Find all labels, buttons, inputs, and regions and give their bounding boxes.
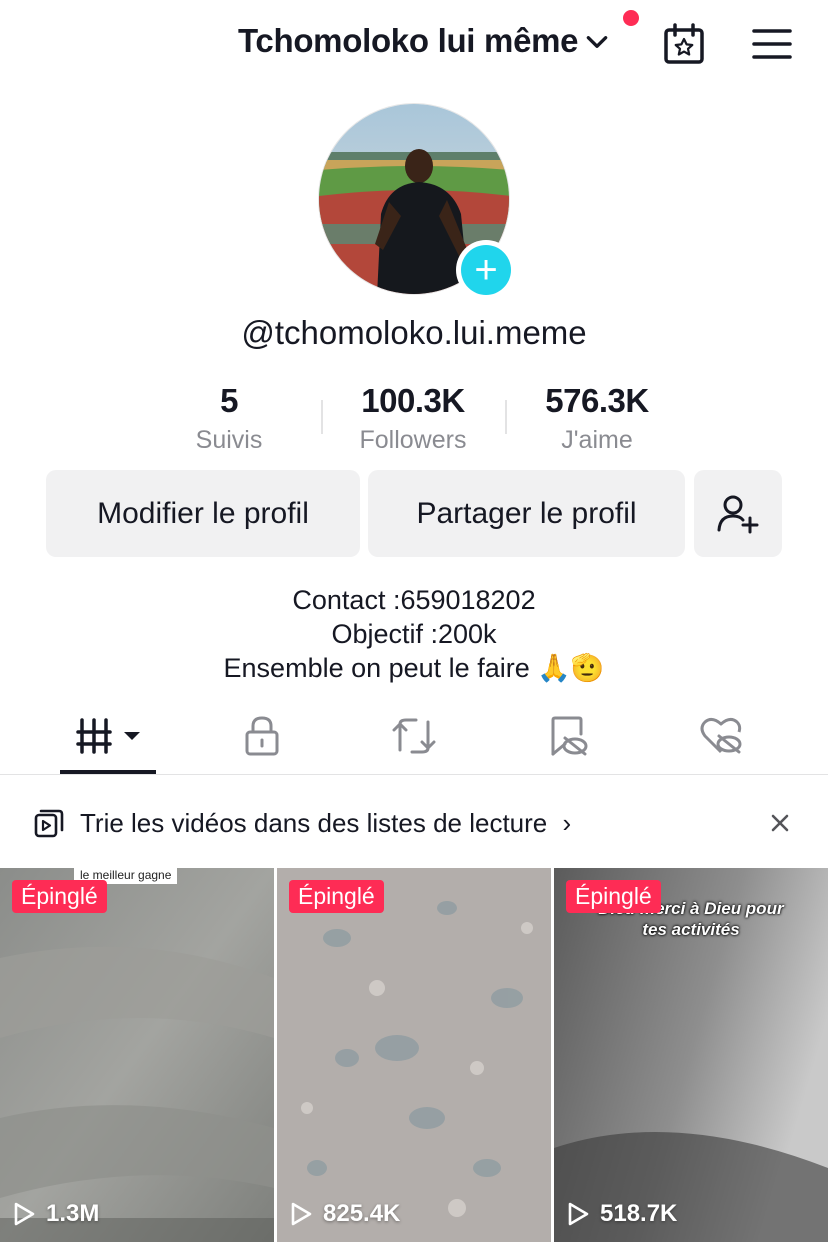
liked-hidden-icon <box>700 717 742 754</box>
pinned-badge: Épinglé <box>566 880 661 913</box>
tab-videos[interactable] <box>72 714 144 758</box>
playlist-banner[interactable]: Trie les vidéos dans des listes de lectu… <box>80 808 571 839</box>
calendar-star-icon[interactable] <box>662 22 706 66</box>
view-count: 1.3M <box>12 1200 99 1228</box>
tab-favorites[interactable] <box>543 714 591 758</box>
content-tabs <box>0 700 828 775</box>
chevron-down-icon <box>586 36 608 48</box>
add-friend-button[interactable] <box>694 470 782 557</box>
stat-value: 5 <box>220 382 238 419</box>
stat-following[interactable]: 5 Suivis <box>129 382 329 455</box>
tab-liked[interactable] <box>697 714 745 758</box>
videos-grid-icon <box>76 718 140 754</box>
video-thumbnail[interactable]: le meilleur gagne Épinglé 1.3M <box>0 868 274 1242</box>
video-thumbnail-image <box>0 868 274 1242</box>
profile-title: Tchomoloko lui même <box>238 22 579 59</box>
profile-bio: Contact :659018202 Objectif :200k Ensemb… <box>0 583 828 685</box>
stat-value: 100.3K <box>361 382 465 419</box>
share-profile-button[interactable]: Partager le profil <box>368 470 685 557</box>
stat-label: Suivis <box>195 426 263 454</box>
bio-line: Ensemble on peut le faire 🙏🫡 <box>223 653 605 683</box>
view-count-text: 825.4K <box>323 1200 401 1227</box>
stat-followers[interactable]: 100.3K Followers <box>313 382 513 455</box>
playlist-banner-text: Trie les vidéos dans des listes de lectu… <box>80 808 548 838</box>
video-thumbnail[interactable]: Épinglé 825.4K <box>277 868 551 1242</box>
playlist-icon <box>34 809 64 838</box>
close-icon[interactable] <box>768 808 792 836</box>
saved-hidden-icon <box>551 716 588 756</box>
stat-label: J'aime <box>561 426 633 454</box>
video-thumbnail[interactable]: Dieu merci à Dieu pour tes activités Épi… <box>554 868 828 1242</box>
edit-profile-button[interactable]: Modifier le profil <box>46 470 360 557</box>
bio-line: Contact :659018202 <box>292 585 536 615</box>
chevron-right-icon: › <box>562 808 572 838</box>
bio-line: Objectif :200k <box>331 619 497 649</box>
pinned-badge: Épinglé <box>12 880 107 913</box>
video-thumbnail-image <box>277 868 551 1242</box>
add-story-button[interactable]: + <box>456 240 516 300</box>
active-tab-indicator <box>60 770 156 774</box>
stat-label: Followers <box>359 426 467 454</box>
notification-dot <box>623 10 639 26</box>
view-count: 518.7K <box>566 1200 677 1228</box>
play-icon <box>14 1202 35 1226</box>
play-icon <box>568 1202 589 1226</box>
plus-icon: + <box>461 245 511 295</box>
add-user-icon <box>717 495 759 533</box>
play-icon <box>291 1202 312 1226</box>
tab-private[interactable] <box>238 714 286 758</box>
menu-icon[interactable] <box>750 26 794 62</box>
profile-header: Tchomoloko lui même <box>0 0 828 90</box>
lock-icon <box>245 716 279 756</box>
pinned-badge: Épinglé <box>289 880 384 913</box>
view-count-text: 1.3M <box>46 1200 100 1227</box>
repost-icon <box>392 718 436 754</box>
stat-value: 576.3K <box>545 382 649 419</box>
username: @tchomoloko.lui.meme <box>241 314 587 351</box>
stat-likes[interactable]: 576.3K J'aime <box>497 382 697 455</box>
view-count-text: 518.7K <box>600 1200 678 1227</box>
view-count: 825.4K <box>289 1200 400 1228</box>
video-grid: le meilleur gagne Épinglé 1.3M Épinglé 8… <box>0 868 828 1242</box>
tab-reposts[interactable] <box>390 714 438 758</box>
account-switcher[interactable]: Tchomoloko lui même <box>238 22 610 60</box>
